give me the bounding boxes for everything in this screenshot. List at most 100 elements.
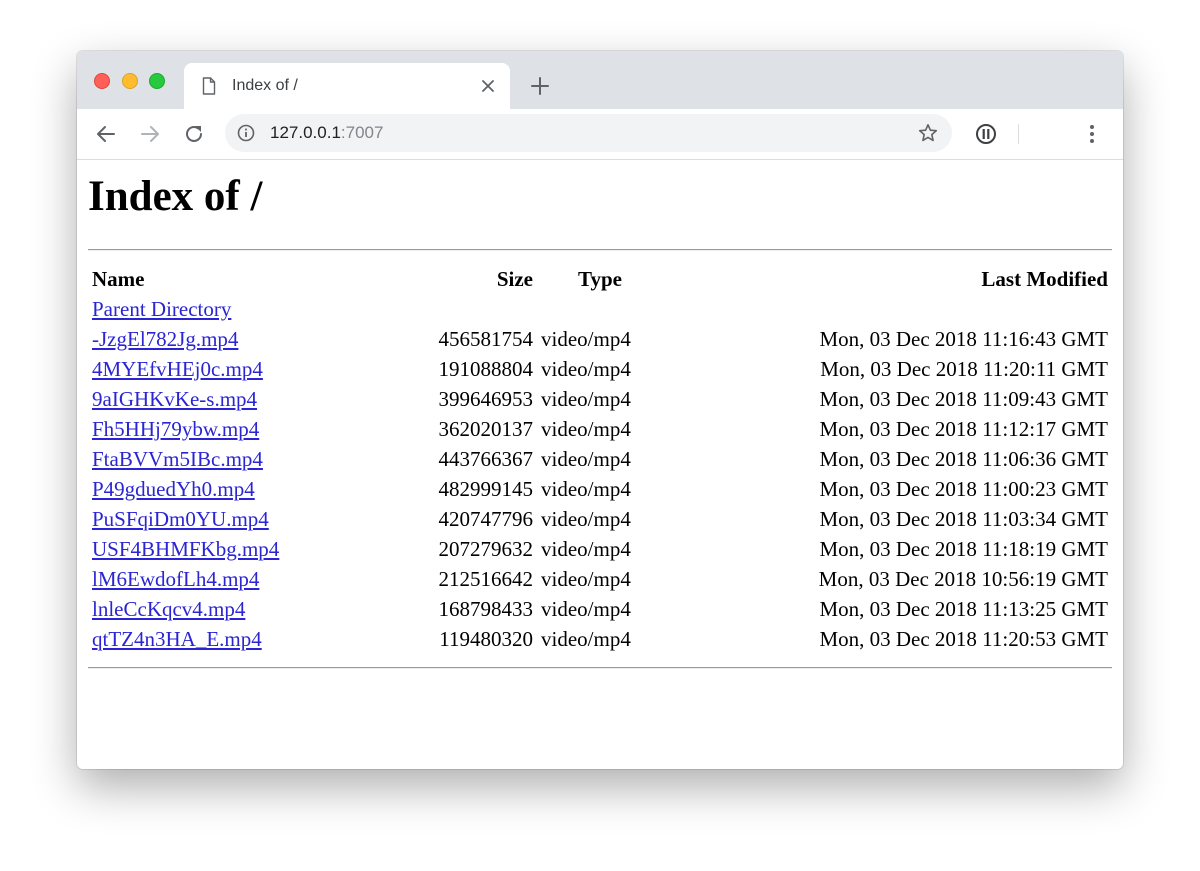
reload-icon[interactable] bbox=[182, 122, 206, 146]
minimize-window-button[interactable] bbox=[122, 73, 138, 89]
file-modified: Mon, 03 Dec 2018 11:00:23 GMT bbox=[819, 477, 1108, 501]
document-icon bbox=[202, 77, 216, 95]
file-link[interactable]: -JzgEl782Jg.mp4 bbox=[92, 327, 238, 351]
tab-strip: Index of / bbox=[77, 51, 1123, 109]
file-type: video/mp4 bbox=[541, 507, 631, 531]
parent-type-cell bbox=[537, 294, 663, 324]
file-size: 420747796 bbox=[438, 507, 534, 531]
file-link[interactable]: lM6EwdofLh4.mp4 bbox=[92, 567, 259, 591]
file-type: video/mp4 bbox=[541, 567, 631, 591]
file-type: video/mp4 bbox=[541, 477, 631, 501]
table-row: USF4BHMFKbg.mp4 207279632 video/mp4 Mon, 03… bbox=[88, 534, 1112, 564]
toolbar-divider bbox=[1018, 124, 1019, 144]
info-icon[interactable] bbox=[237, 124, 255, 142]
tab-active[interactable]: Index of / bbox=[184, 63, 510, 109]
file-modified: Mon, 03 Dec 2018 11:09:43 GMT bbox=[819, 387, 1108, 411]
file-type: video/mp4 bbox=[541, 387, 631, 411]
column-header-size: Size bbox=[496, 267, 533, 291]
browser-window: Index of / 127.0.0.1:7007 Index of / Nam… bbox=[77, 51, 1123, 769]
file-link[interactable]: FtaBVVm5IBc.mp4 bbox=[92, 447, 263, 471]
tab-title: Index of / bbox=[232, 77, 298, 94]
file-link[interactable]: P49gduedYh0.mp4 bbox=[92, 477, 255, 501]
file-link[interactable]: USF4BHMFKbg.mp4 bbox=[92, 537, 279, 561]
bottom-divider bbox=[88, 667, 1112, 669]
table-row: -JzgEl782Jg.mp4 456581754 video/mp4 Mon, 03… bbox=[88, 324, 1112, 354]
file-link[interactable]: qtTZ4n3HA_E.mp4 bbox=[92, 627, 262, 651]
table-row: qtTZ4n3HA_E.mp4 119480320 video/mp4 Mon, 03… bbox=[88, 624, 1112, 654]
zoom-window-button[interactable] bbox=[149, 73, 165, 89]
file-size: 443766367 bbox=[438, 447, 534, 471]
file-type: video/mp4 bbox=[541, 417, 631, 441]
top-divider bbox=[88, 249, 1112, 251]
file-listing-table: Name Size Type Last Modified Parent Dire… bbox=[88, 264, 1112, 654]
file-size: 207279632 bbox=[438, 537, 534, 561]
parent-modified-cell bbox=[663, 294, 1112, 324]
parent-size-cell bbox=[426, 294, 537, 324]
page-title: Index of / bbox=[88, 173, 263, 220]
table-row: P49gduedYh0.mp4 482999145 video/mp4 Mon, 03… bbox=[88, 474, 1112, 504]
file-link[interactable]: Fh5HHj79ybw.mp4 bbox=[92, 417, 259, 441]
file-modified: Mon, 03 Dec 2018 11:18:19 GMT bbox=[819, 537, 1108, 561]
extension-icon[interactable] bbox=[975, 123, 997, 145]
file-type: video/mp4 bbox=[541, 597, 631, 621]
file-size: 212516642 bbox=[438, 567, 534, 591]
file-modified: Mon, 03 Dec 2018 11:06:36 GMT bbox=[819, 447, 1108, 471]
file-modified: Mon, 03 Dec 2018 10:56:19 GMT bbox=[818, 567, 1108, 591]
file-name-cell: 4MYEfvHEj0c.mp4 bbox=[88, 354, 426, 384]
url-host: 127.0.0.1 bbox=[270, 123, 341, 142]
table-row: lM6EwdofLh4.mp4 212516642 video/mp4 Mon, 03… bbox=[88, 564, 1112, 594]
file-type: video/mp4 bbox=[541, 627, 631, 651]
back-arrow-icon[interactable] bbox=[94, 122, 118, 146]
file-link[interactable]: 9aIGHKvKe-s.mp4 bbox=[92, 387, 257, 411]
file-name-cell: Fh5HHj79ybw.mp4 bbox=[88, 414, 426, 444]
file-name-cell: P49gduedYh0.mp4 bbox=[88, 474, 426, 504]
kebab-menu-icon[interactable] bbox=[1082, 122, 1102, 146]
file-name-cell: lM6EwdofLh4.mp4 bbox=[88, 564, 426, 594]
file-link[interactable]: lnleCcKqcv4.mp4 bbox=[92, 597, 245, 621]
file-name-cell: qtTZ4n3HA_E.mp4 bbox=[88, 624, 426, 654]
file-type: video/mp4 bbox=[541, 447, 631, 471]
plus-icon[interactable] bbox=[530, 76, 550, 96]
column-header-name: Name bbox=[92, 267, 145, 291]
file-link[interactable]: 4MYEfvHEj0c.mp4 bbox=[92, 357, 263, 381]
address-bar[interactable]: 127.0.0.1:7007 bbox=[225, 114, 952, 152]
table-row: PuSFqiDm0YU.mp4 420747796 video/mp4 Mon, 03… bbox=[88, 504, 1112, 534]
file-type: video/mp4 bbox=[541, 327, 631, 351]
file-link[interactable]: PuSFqiDm0YU.mp4 bbox=[92, 507, 269, 531]
file-modified: Mon, 03 Dec 2018 11:20:53 GMT bbox=[819, 627, 1108, 651]
column-header-modified: Last Modified bbox=[981, 267, 1108, 291]
close-window-button[interactable] bbox=[94, 73, 110, 89]
close-icon[interactable] bbox=[480, 78, 496, 94]
url-text[interactable]: 127.0.0.1:7007 bbox=[270, 122, 383, 144]
parent-directory-row: Parent Directory bbox=[88, 294, 1112, 324]
table-row: 4MYEfvHEj0c.mp4 191088804 video/mp4 Mon, 03… bbox=[88, 354, 1112, 384]
file-size: 362020137 bbox=[438, 417, 534, 441]
parent-cell: Parent Directory bbox=[88, 294, 426, 324]
forward-arrow-icon[interactable] bbox=[138, 122, 162, 146]
file-name-cell: 9aIGHKvKe-s.mp4 bbox=[88, 384, 426, 414]
file-name-cell: lnleCcKqcv4.mp4 bbox=[88, 594, 426, 624]
file-type: video/mp4 bbox=[541, 357, 631, 381]
file-size: 119480320 bbox=[439, 627, 533, 651]
parent-directory-link[interactable]: Parent Directory bbox=[92, 297, 231, 321]
table-row: lnleCcKqcv4.mp4 168798433 video/mp4 Mon, 03… bbox=[88, 594, 1112, 624]
file-modified: Mon, 03 Dec 2018 11:16:43 GMT bbox=[819, 327, 1108, 351]
file-name-cell: PuSFqiDm0YU.mp4 bbox=[88, 504, 426, 534]
table-row: Fh5HHj79ybw.mp4 362020137 video/mp4 Mon, 03… bbox=[88, 414, 1112, 444]
page-content: Index of / Name Size Type Last Modified … bbox=[77, 160, 1123, 769]
url-port: :7007 bbox=[340, 123, 384, 142]
file-size: 456581754 bbox=[438, 327, 534, 351]
column-header-type: Type bbox=[578, 267, 622, 291]
file-size: 191088804 bbox=[438, 357, 534, 381]
file-size: 482999145 bbox=[438, 477, 534, 501]
file-modified: Mon, 03 Dec 2018 11:12:17 GMT bbox=[819, 417, 1108, 441]
file-size: 168798433 bbox=[438, 597, 534, 621]
star-icon[interactable] bbox=[918, 123, 938, 143]
file-size: 399646953 bbox=[438, 387, 534, 411]
file-modified: Mon, 03 Dec 2018 11:13:25 GMT bbox=[819, 597, 1108, 621]
file-name-cell: FtaBVVm5IBc.mp4 bbox=[88, 444, 426, 474]
browser-toolbar: 127.0.0.1:7007 bbox=[77, 109, 1123, 160]
header-row: Name Size Type Last Modified bbox=[88, 264, 1112, 294]
file-name-cell: USF4BHMFKbg.mp4 bbox=[88, 534, 426, 564]
file-type: video/mp4 bbox=[541, 537, 631, 561]
